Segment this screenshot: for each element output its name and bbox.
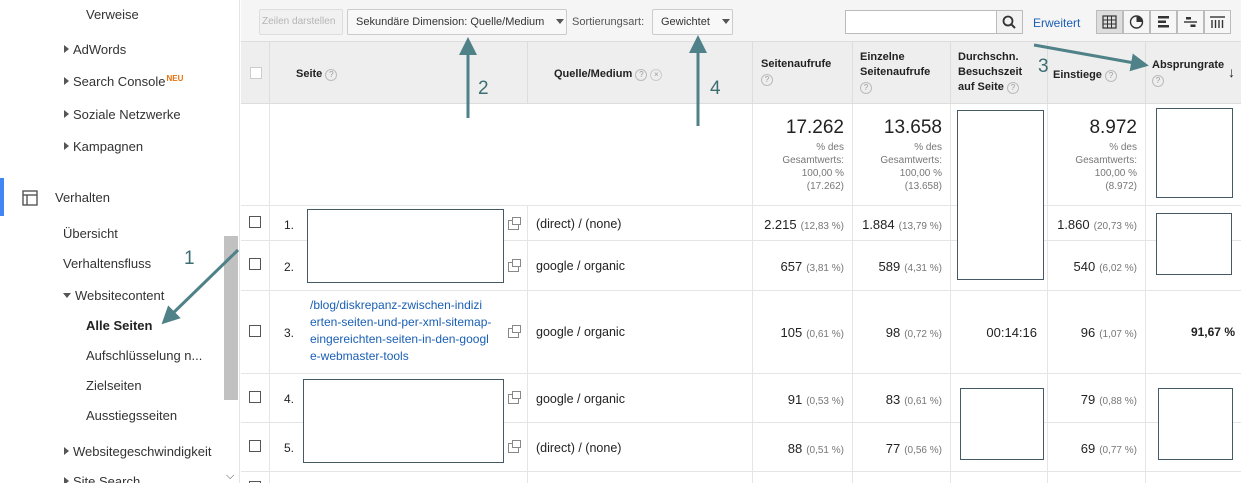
help-icon[interactable]: ? (860, 82, 872, 94)
table-row: 3. /blog/diskrepanz-zwischen-indizi erten… (241, 291, 1241, 374)
table-toolbar: Zeilen darstellen Sekundäre Dimension: Q… (241, 0, 1241, 42)
row-checkbox[interactable] (249, 391, 261, 403)
row-source[interactable]: google / organic (536, 392, 625, 406)
select-all-checkbox[interactable] (250, 67, 262, 79)
header-besuchszeit[interactable]: Durchschn. Besuchszeit auf Seite ? (951, 42, 1048, 104)
remove-dimension-icon[interactable]: × (650, 69, 663, 81)
sidebar-item-alle-seiten[interactable]: Alle Seiten (86, 318, 152, 333)
sidebar-item-websitecontent[interactable]: Websitecontent (63, 288, 164, 303)
chevron-down-icon (556, 19, 565, 24)
sidebar: Verweise AdWords Search ConsoleNEU Sozia… (0, 0, 240, 483)
help-icon[interactable]: ? (1104, 70, 1117, 82)
sidebar-item-search-console[interactable]: Search ConsoleNEU (64, 74, 183, 89)
open-link-icon[interactable] (508, 440, 521, 453)
behavior-icon (22, 190, 38, 209)
collapse-triangle-icon (63, 293, 71, 298)
pie-chart-icon (1129, 15, 1144, 29)
advanced-filter-link[interactable]: Erweitert (1033, 16, 1080, 30)
expand-triangle-icon (64, 142, 69, 150)
sidebar-scrollbar[interactable] (224, 236, 238, 400)
pie-view-button[interactable] (1123, 10, 1150, 34)
open-link-icon[interactable] (508, 259, 521, 272)
table-row (241, 472, 1241, 483)
open-link-icon[interactable] (508, 325, 521, 338)
help-icon[interactable]: ? (761, 74, 773, 86)
header-seite[interactable]: Seite ? (270, 42, 528, 104)
pivot-icon (1210, 16, 1225, 28)
row-checkbox[interactable] (249, 216, 261, 228)
sidebar-item-verweise[interactable]: Verweise (86, 7, 139, 22)
row-source[interactable]: (direct) / (none) (536, 441, 621, 455)
total-einzelne: 13.658 (883, 117, 942, 138)
help-icon[interactable]: ? (635, 69, 648, 81)
row-source[interactable]: google / organic (536, 259, 625, 273)
totals-row: 17.262 % des Gesamtwerts: 100,00 % (17.262)… (241, 104, 1241, 206)
annotation-number-2: 2 (478, 78, 489, 99)
open-link-icon[interactable] (508, 217, 521, 230)
help-icon[interactable]: ? (1152, 75, 1164, 87)
sort-desc-arrow-icon[interactable]: ↓ (1228, 64, 1235, 80)
open-link-icon[interactable] (508, 391, 521, 404)
new-badge: NEU (166, 74, 184, 83)
plot-rows-button[interactable]: Zeilen darstellen (259, 9, 343, 35)
expand-triangle-icon (64, 77, 69, 85)
sort-type-label: Sortierungsart: (572, 16, 645, 28)
redacted-box (1156, 213, 1232, 275)
header-select-cell (241, 42, 270, 104)
sidebar-item-kampagnen[interactable]: Kampagnen (64, 139, 143, 154)
search-button[interactable] (996, 10, 1023, 34)
redacted-box (957, 110, 1044, 280)
sidebar-item-site-search[interactable]: Site Search (64, 474, 140, 483)
header-einzelne-seitenaufrufe[interactable]: Einzelne Seitenaufrufe? (853, 42, 951, 104)
expand-triangle-icon (64, 45, 69, 53)
annotation-number-4: 4 (710, 78, 721, 99)
sidebar-item-verhaltensfluss[interactable]: Verhaltensfluss (63, 256, 151, 271)
sort-type-dropdown[interactable]: Gewichtet (652, 9, 733, 35)
annotation-number-1: 1 (184, 248, 195, 269)
redacted-box (1158, 388, 1233, 460)
pivot-view-button[interactable] (1204, 10, 1231, 34)
sidebar-section-verhalten[interactable]: Verhalten (55, 190, 110, 205)
bar-list-icon (1158, 16, 1169, 28)
expand-triangle-icon (64, 477, 69, 483)
total-einstiege: 8.972 (1089, 117, 1137, 138)
help-icon[interactable]: ? (1006, 82, 1019, 94)
scroll-down-icon[interactable]: ⌵ (226, 470, 234, 483)
sidebar-item-ausstiegsseiten[interactable]: Ausstiegsseiten (86, 408, 177, 423)
row-source[interactable]: google / organic (536, 325, 625, 339)
sidebar-item-aufschluesselung[interactable]: Aufschlüsselung n... (86, 348, 202, 363)
comparison-icon (1184, 17, 1197, 27)
header-absprungrate[interactable]: Absprungrate? ↓ (1146, 42, 1241, 104)
sidebar-item-zielseiten[interactable]: Zielseiten (86, 378, 142, 393)
sidebar-item-geschwindigkeit[interactable]: Websitegeschwindigkeit (64, 444, 212, 459)
page-link[interactable]: /blog/diskrepanz-zwischen-indizi erten-se… (310, 297, 491, 365)
redacted-box (307, 209, 504, 283)
help-icon[interactable]: ? (325, 69, 338, 81)
comparison-view-button[interactable] (1177, 10, 1204, 34)
chevron-down-icon (721, 19, 730, 24)
row-checkbox[interactable] (249, 258, 261, 270)
sidebar-item-adwords[interactable]: AdWords (64, 42, 126, 57)
total-seitenaufrufe: 17.262 (785, 117, 844, 138)
redacted-box (303, 379, 504, 463)
redacted-box (960, 388, 1044, 460)
redacted-box (1156, 108, 1233, 198)
search-icon (1002, 15, 1016, 29)
row-checkbox[interactable] (249, 440, 261, 452)
header-einstiege[interactable]: Einstiege ? (1048, 42, 1146, 104)
annotation-number-3: 3 (1038, 56, 1049, 77)
table-view-button[interactable] (1096, 10, 1123, 34)
expand-triangle-icon (64, 110, 69, 118)
secondary-dimension-dropdown[interactable]: Sekundäre Dimension: Quelle/Medium (347, 9, 567, 35)
expand-triangle-icon (64, 447, 69, 455)
row-checkbox[interactable] (249, 325, 261, 337)
sidebar-item-soziale[interactable]: Soziale Netzwerke (64, 107, 181, 122)
grid-icon (1102, 15, 1117, 29)
performance-view-button[interactable] (1150, 10, 1177, 34)
row-source[interactable]: (direct) / (none) (536, 217, 621, 231)
active-section-indicator (0, 178, 4, 216)
table-search-input[interactable] (845, 10, 997, 34)
header-seitenaufrufe[interactable]: Seitenaufrufe? (753, 42, 853, 104)
sidebar-item-uebersicht[interactable]: Übersicht (63, 226, 118, 241)
